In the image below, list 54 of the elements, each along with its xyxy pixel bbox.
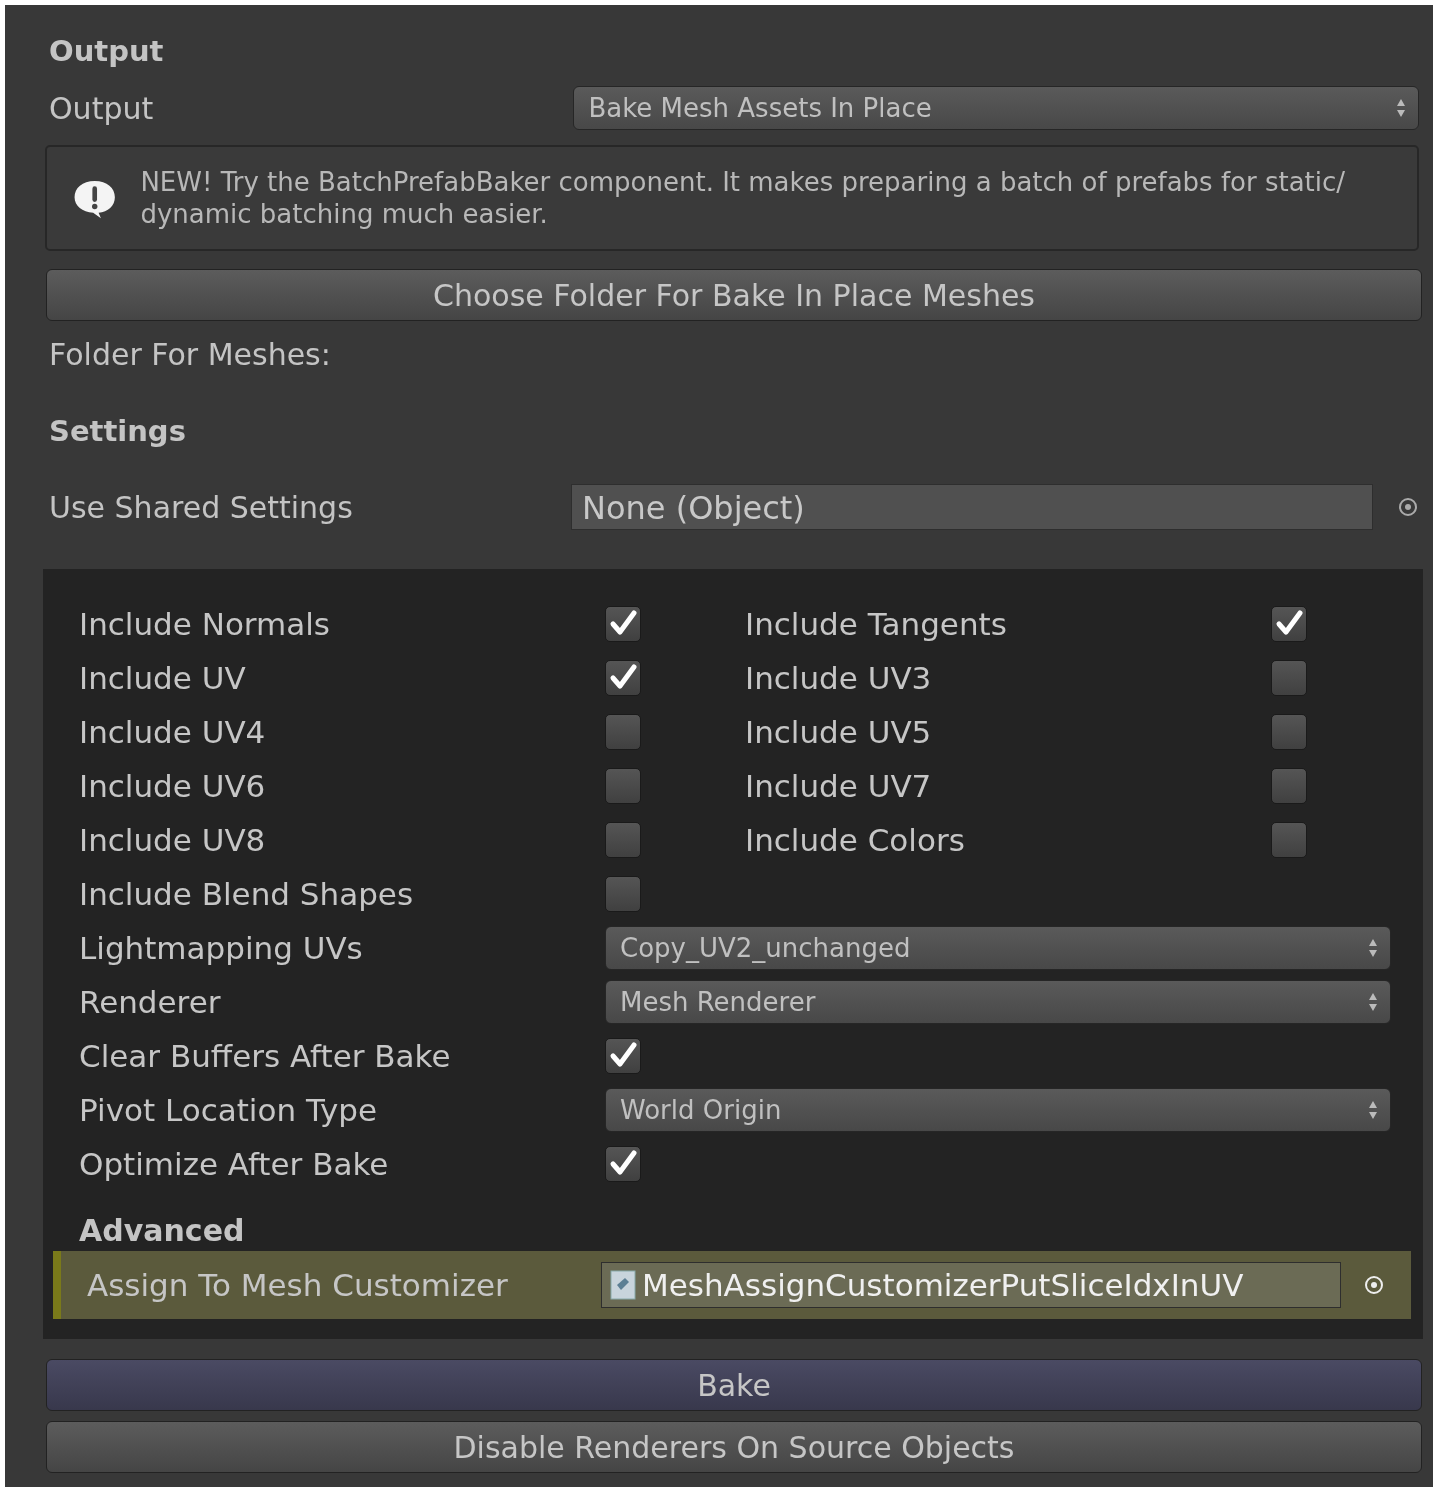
checkbox[interactable] bbox=[1271, 660, 1307, 696]
object-field[interactable]: None (Object) bbox=[571, 484, 1373, 530]
checkbox[interactable] bbox=[605, 876, 641, 912]
field-label: Use Shared Settings bbox=[49, 489, 354, 525]
checkbox[interactable] bbox=[605, 606, 641, 642]
script-icon bbox=[610, 1270, 636, 1300]
option-label: Include Tangents bbox=[745, 606, 1008, 642]
checkbox[interactable] bbox=[1271, 714, 1307, 750]
updown-arrows-icon bbox=[1368, 1099, 1378, 1121]
option-label: Pivot Location Type bbox=[79, 1092, 379, 1128]
action-button[interactable]: Disable Renderers On Source Objects bbox=[46, 1421, 1422, 1473]
checkbox[interactable] bbox=[605, 714, 641, 750]
option-label: Include Colors bbox=[745, 822, 966, 858]
object-field[interactable]: MeshAssignCustomizerPutSliceIdxInUV bbox=[601, 1262, 1341, 1308]
section-title: Output bbox=[49, 33, 164, 69]
updown-arrows-icon bbox=[1396, 97, 1406, 119]
checkbox[interactable] bbox=[605, 1146, 641, 1182]
option-label: Include Blend Shapes bbox=[79, 876, 415, 912]
help-text: NEW! Try the BatchPrefabBaker component. It makes preparing a batch of prefabs for static/ dynamic batching much easier. bbox=[140, 166, 1347, 230]
section-title: Settings bbox=[49, 413, 186, 449]
option-dropdown[interactable]: Copy_UV2_unchanged bbox=[605, 926, 1391, 970]
option-label: Clear Buffers After Bake bbox=[79, 1038, 452, 1074]
output-dropdown[interactable]: Bake Mesh Assets In Place bbox=[573, 86, 1419, 130]
field-value: MeshAssignCustomizerPutSliceIdxInUV bbox=[642, 1266, 1244, 1305]
option-label: Lightmapping UVs bbox=[79, 930, 364, 966]
option-label: Include UV6 bbox=[79, 768, 267, 804]
option-label: Include UV3 bbox=[745, 660, 933, 696]
updown-arrows-icon bbox=[1368, 937, 1378, 959]
option-dropdown[interactable]: Mesh Renderer bbox=[605, 980, 1391, 1024]
option-label: Renderer bbox=[79, 984, 222, 1020]
option-label: Include UV4 bbox=[79, 714, 267, 750]
option-label: Include Normals bbox=[79, 606, 331, 642]
option-label: Include UV8 bbox=[79, 822, 267, 858]
option-dropdown[interactable]: World Origin bbox=[605, 1088, 1391, 1132]
action-button[interactable]: Bake bbox=[46, 1359, 1422, 1411]
object-picker-icon[interactable] bbox=[1397, 496, 1419, 518]
option-label: Include UV bbox=[79, 660, 247, 696]
checkbox[interactable] bbox=[1271, 822, 1307, 858]
section-title: Advanced bbox=[79, 1212, 245, 1250]
field-label: Assign To Mesh Customizer bbox=[87, 1267, 509, 1303]
checkbox[interactable] bbox=[1271, 606, 1307, 642]
checkbox[interactable] bbox=[605, 768, 641, 804]
field-label: Output bbox=[49, 90, 155, 126]
choose-folder-button[interactable]: Choose Folder For Bake In Place Meshes bbox=[46, 269, 1422, 321]
checkbox[interactable] bbox=[1271, 768, 1307, 804]
option-label: Include UV7 bbox=[745, 768, 933, 804]
updown-arrows-icon bbox=[1368, 991, 1378, 1013]
folder-label: Folder For Meshes: bbox=[49, 336, 331, 374]
option-label: Optimize After Bake bbox=[79, 1146, 390, 1182]
checkbox[interactable] bbox=[605, 822, 641, 858]
object-picker-icon[interactable] bbox=[1363, 1274, 1385, 1296]
checkbox[interactable] bbox=[605, 660, 641, 696]
option-label: Include UV5 bbox=[745, 714, 933, 750]
checkbox[interactable] bbox=[605, 1038, 641, 1074]
